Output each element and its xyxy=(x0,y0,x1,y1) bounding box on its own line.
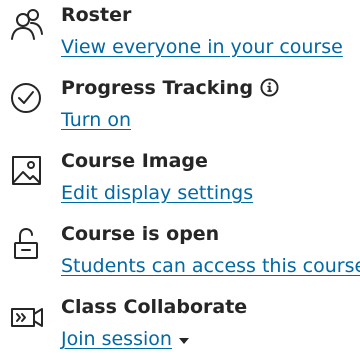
join-session-dropdown[interactable]: Join session xyxy=(61,326,172,352)
progress-tracking-title-text: Progress Tracking xyxy=(61,77,254,99)
unlocked-icon xyxy=(9,226,45,262)
progress-tracking-item: Progress Tracking Turn on xyxy=(0,75,360,145)
info-icon[interactable] xyxy=(260,78,279,97)
students-access-link[interactable]: Students can access this course xyxy=(61,253,360,279)
caret-down-icon[interactable] xyxy=(179,338,189,344)
edit-display-settings-link[interactable]: Edit display settings xyxy=(61,180,253,206)
join-session-link[interactable]: Join session xyxy=(61,328,172,350)
progress-tracking-title: Progress Tracking xyxy=(61,75,279,101)
view-roster-link[interactable]: View everyone in your course xyxy=(61,34,343,60)
turn-on-progress-link[interactable]: Turn on xyxy=(61,107,131,133)
course-availability-item: Course is open Students can access this … xyxy=(0,221,360,291)
video-collaborate-icon xyxy=(9,299,45,335)
course-open-title: Course is open xyxy=(61,223,220,245)
roster-item: Roster View everyone in your course xyxy=(0,2,360,72)
course-image-icon xyxy=(9,152,45,188)
roster-icon xyxy=(9,6,45,42)
course-image-item: Course Image Edit display settings xyxy=(0,148,360,218)
class-collaborate-title: Class Collaborate xyxy=(61,296,248,318)
roster-title: Roster xyxy=(61,4,132,26)
course-image-title: Course Image xyxy=(61,150,208,172)
class-collaborate-item: Class Collaborate Join session xyxy=(0,294,360,364)
progress-check-icon xyxy=(9,80,45,116)
